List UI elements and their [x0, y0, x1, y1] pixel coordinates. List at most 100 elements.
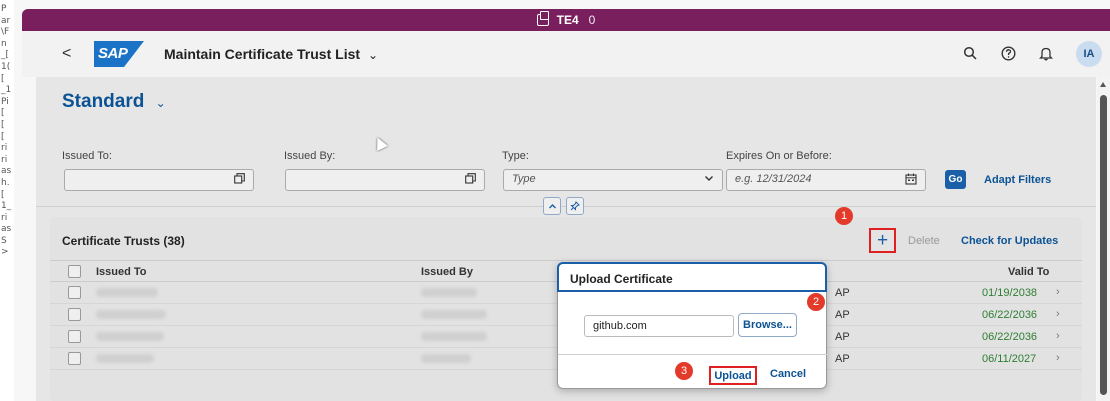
row-checkbox[interactable]	[68, 352, 81, 365]
edge-text: _[	[1, 50, 10, 61]
edge-text: 1(	[1, 61, 11, 72]
variant-selector[interactable]: Standard ⌄	[62, 91, 166, 113]
delete-button[interactable]: Delete	[908, 235, 940, 247]
edge-text: P	[1, 4, 7, 14]
dialog-body: github.com Browse...	[558, 293, 828, 355]
row-navigation-icon[interactable]: ›	[1056, 330, 1060, 342]
issued-by-input[interactable]	[285, 169, 485, 191]
row-valid-to: 01/19/2038	[982, 287, 1038, 299]
redacted-issued-to	[96, 288, 158, 297]
page-scrollbar[interactable]	[1097, 77, 1110, 401]
table-title: Certificate Trusts (38)	[62, 234, 185, 248]
user-avatar[interactable]: IA	[1076, 41, 1102, 67]
shell-header: < SAP Maintain Certificate Trust List ⌄ …	[22, 31, 1110, 77]
type-label: Type:	[502, 150, 529, 162]
header-toggle-group	[543, 197, 584, 215]
row-valid-to: 06/22/2036	[982, 309, 1038, 321]
edge-text: [	[1, 131, 5, 142]
row-valid-to: 06/11/2027	[982, 353, 1037, 365]
app-title-menu[interactable]: Maintain Certificate Trust List ⌄	[164, 46, 378, 62]
column-issued-to[interactable]: Issued To	[96, 266, 147, 278]
row-navigation-icon[interactable]: ›	[1056, 308, 1060, 320]
pin-icon	[570, 201, 580, 211]
cancel-button[interactable]: Cancel	[770, 368, 806, 380]
chevron-down-icon: ⌄	[155, 96, 166, 110]
back-button[interactable]: <	[62, 45, 78, 63]
redacted-issued-to	[96, 310, 166, 319]
edge-text: 1_	[1, 201, 12, 212]
row-fragment: AP	[835, 331, 850, 343]
edge-text: \F	[1, 27, 10, 38]
help-icon[interactable]	[1000, 46, 1016, 62]
check-for-updates-button[interactable]: Check for Updates	[961, 235, 1058, 247]
redacted-issued-by	[421, 288, 477, 297]
type-select[interactable]: Type	[503, 169, 723, 191]
calendar-icon[interactable]	[905, 173, 917, 188]
edge-text: [	[1, 73, 5, 84]
row-checkbox[interactable]	[68, 330, 81, 343]
row-valid-to: 06/22/2036	[982, 331, 1038, 343]
expires-date-input[interactable]: e.g. 12/31/2024	[726, 169, 926, 191]
upload-button[interactable]: Upload	[709, 366, 757, 385]
add-certificate-button[interactable]: +	[869, 228, 896, 253]
row-checkbox[interactable]	[68, 286, 81, 299]
file-name-input[interactable]: github.com	[584, 315, 734, 337]
go-button[interactable]: Go	[945, 170, 966, 189]
edge-text: Pi	[1, 96, 9, 107]
shell-actions: IA	[962, 41, 1110, 67]
select-all-checkbox[interactable]	[68, 265, 81, 278]
issued-by-label: Issued By:	[284, 150, 336, 162]
column-valid-to[interactable]: Valid To	[1008, 266, 1049, 278]
chevron-down-icon: ⌄	[367, 48, 378, 62]
sap-logo[interactable]: SAP	[94, 41, 144, 67]
system-count: 0	[588, 13, 596, 27]
edge-text: n	[1, 38, 7, 49]
notifications-bell-icon[interactable]	[1038, 46, 1054, 62]
edge-text: h.	[1, 177, 10, 188]
scroll-thumb[interactable]	[1100, 95, 1107, 395]
edge-text: ri	[1, 143, 8, 154]
variant-title: Standard	[62, 91, 145, 112]
redacted-issued-by	[421, 332, 487, 341]
browse-button[interactable]: Browse...	[738, 313, 797, 337]
edge-text: _1	[1, 85, 12, 96]
app-title: Maintain Certificate Trust List	[164, 46, 361, 62]
redacted-issued-to	[96, 332, 164, 341]
step-3-badge: 3	[675, 362, 693, 380]
redacted-issued-by	[421, 310, 487, 319]
edge-text: >	[1, 247, 9, 258]
type-placeholder: Type	[512, 173, 536, 185]
edge-text: as	[1, 166, 12, 177]
redacted-issued-to	[96, 354, 154, 363]
value-help-icon[interactable]	[234, 173, 245, 187]
screen: P ar \F n _[ 1( [ _1 Pi [ [ [ ri ri as h…	[0, 0, 1110, 401]
edge-text: [	[1, 119, 5, 130]
row-navigation-icon[interactable]: ›	[1056, 286, 1060, 298]
issued-to-input[interactable]	[64, 169, 254, 191]
system-copy-icon	[536, 11, 549, 26]
chevron-up-icon	[548, 203, 556, 208]
row-navigation-icon[interactable]: ›	[1056, 352, 1060, 364]
row-fragment: AP	[835, 353, 850, 365]
column-issued-by[interactable]: Issued By	[421, 266, 473, 278]
redacted-issued-by	[421, 354, 471, 363]
row-checkbox[interactable]	[68, 308, 81, 321]
step-2-badge: 2	[807, 293, 825, 311]
system-id: TE4	[556, 13, 579, 27]
chevron-down-icon	[704, 173, 714, 186]
scroll-up-arrow[interactable]	[1100, 82, 1106, 87]
expires-placeholder: e.g. 12/31/2024	[735, 173, 812, 185]
edge-text: S	[1, 235, 7, 246]
issued-to-label: Issued To:	[62, 150, 112, 162]
adapt-filters-button[interactable]: Adapt Filters	[984, 174, 1051, 186]
collapse-header-button[interactable]	[543, 197, 561, 215]
edge-text: ar	[1, 15, 11, 26]
edge-text: ri	[1, 212, 8, 223]
edge-text: [	[1, 189, 5, 200]
search-icon[interactable]	[962, 46, 978, 62]
edge-text: ri	[1, 154, 8, 165]
step-1-badge: 1	[835, 207, 853, 225]
value-help-icon[interactable]	[465, 173, 476, 187]
pin-header-button[interactable]	[566, 197, 584, 215]
system-bar[interactable]: TE4 0	[22, 9, 1110, 31]
